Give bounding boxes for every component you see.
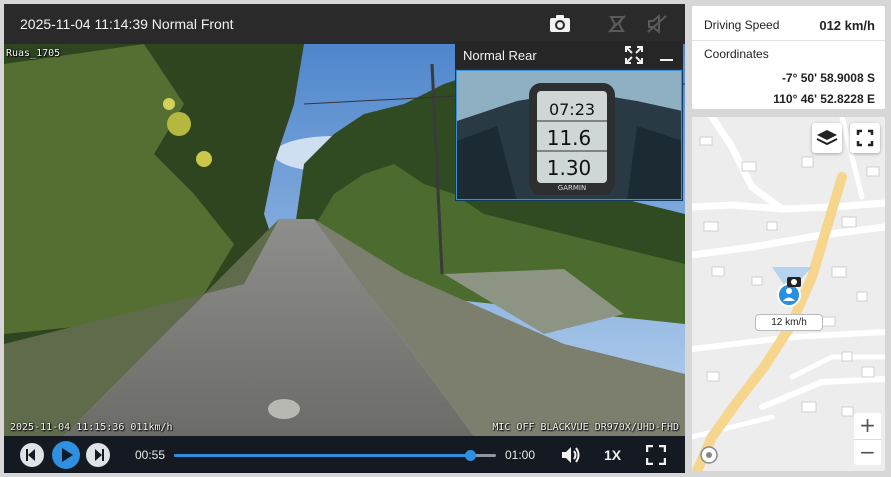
- volume-icon[interactable]: [560, 445, 582, 465]
- rear-camera-pip[interactable]: Normal Rear 07:23 11.6 1.30 GARMIN: [455, 41, 683, 201]
- video-player: 2025-11-04 11:14:39 Normal Front Ruas_17…: [4, 4, 685, 473]
- longitude-value: 110° 46' 52.8228 E: [773, 92, 875, 106]
- speed-value: 012 km/h: [819, 18, 875, 33]
- playback-rate-button[interactable]: 1X: [604, 447, 621, 463]
- next-button[interactable]: [85, 442, 111, 468]
- map-speed-tag: 12 km/h: [755, 314, 823, 331]
- info-panel: Driving Speed 012 km/h Coordinates -7° 5…: [692, 6, 885, 109]
- map-fullscreen-icon[interactable]: [850, 123, 880, 153]
- progress-thumb[interactable]: [465, 450, 477, 461]
- map-panel[interactable]: 12 km/h + −: [692, 117, 885, 471]
- video-header: 2025-11-04 11:14:39 Normal Front: [4, 4, 685, 44]
- mute-icon[interactable]: [644, 12, 670, 36]
- current-time: 00:55: [135, 448, 166, 462]
- layers-button[interactable]: [812, 123, 842, 153]
- rear-title: Normal Rear: [463, 48, 537, 63]
- player-controls: 00:55 01:00 1X: [4, 436, 685, 473]
- rear-camera-view[interactable]: 07:23 11.6 1.30 GARMIN: [456, 70, 682, 200]
- location-marker[interactable]: [777, 283, 801, 307]
- total-time: 01:00: [505, 448, 536, 462]
- camera-overlay-label: Ruas_1705: [6, 48, 61, 59]
- divider: [692, 40, 885, 41]
- camera-icon[interactable]: [547, 12, 573, 36]
- fullscreen-icon[interactable]: [645, 444, 667, 466]
- device-brand: GARMIN: [558, 184, 586, 192]
- rear-pip-header: Normal Rear: [455, 41, 683, 69]
- device-readout-pace: 1.30: [547, 156, 592, 180]
- event-icon[interactable]: [604, 12, 630, 36]
- device-readout-time: 07:23: [549, 100, 595, 119]
- zoom-control: + −: [854, 413, 881, 465]
- device-overlay: MIC OFF BLACKVUE DR970X/UHD-FHD: [492, 422, 679, 433]
- coordinates-label: Coordinates: [704, 47, 769, 61]
- zoom-in-button[interactable]: +: [854, 413, 881, 439]
- zoom-out-button[interactable]: −: [854, 439, 881, 465]
- progress-fill: [174, 454, 471, 457]
- latitude-value: -7° 50' 58.9008 S: [781, 71, 875, 85]
- map-logo-icon: [699, 445, 719, 465]
- progress-bar[interactable]: [174, 450, 496, 461]
- expand-icon[interactable]: [625, 46, 643, 64]
- timestamp-overlay: 2025-11-04 11:15:36 011km/h: [10, 422, 173, 433]
- play-button[interactable]: [51, 440, 81, 470]
- previous-button[interactable]: [19, 442, 45, 468]
- device-readout-distance: 11.6: [547, 126, 592, 150]
- speed-label: Driving Speed: [704, 18, 780, 32]
- video-title: 2025-11-04 11:14:39 Normal Front: [20, 16, 234, 32]
- minimize-icon[interactable]: [660, 59, 673, 61]
